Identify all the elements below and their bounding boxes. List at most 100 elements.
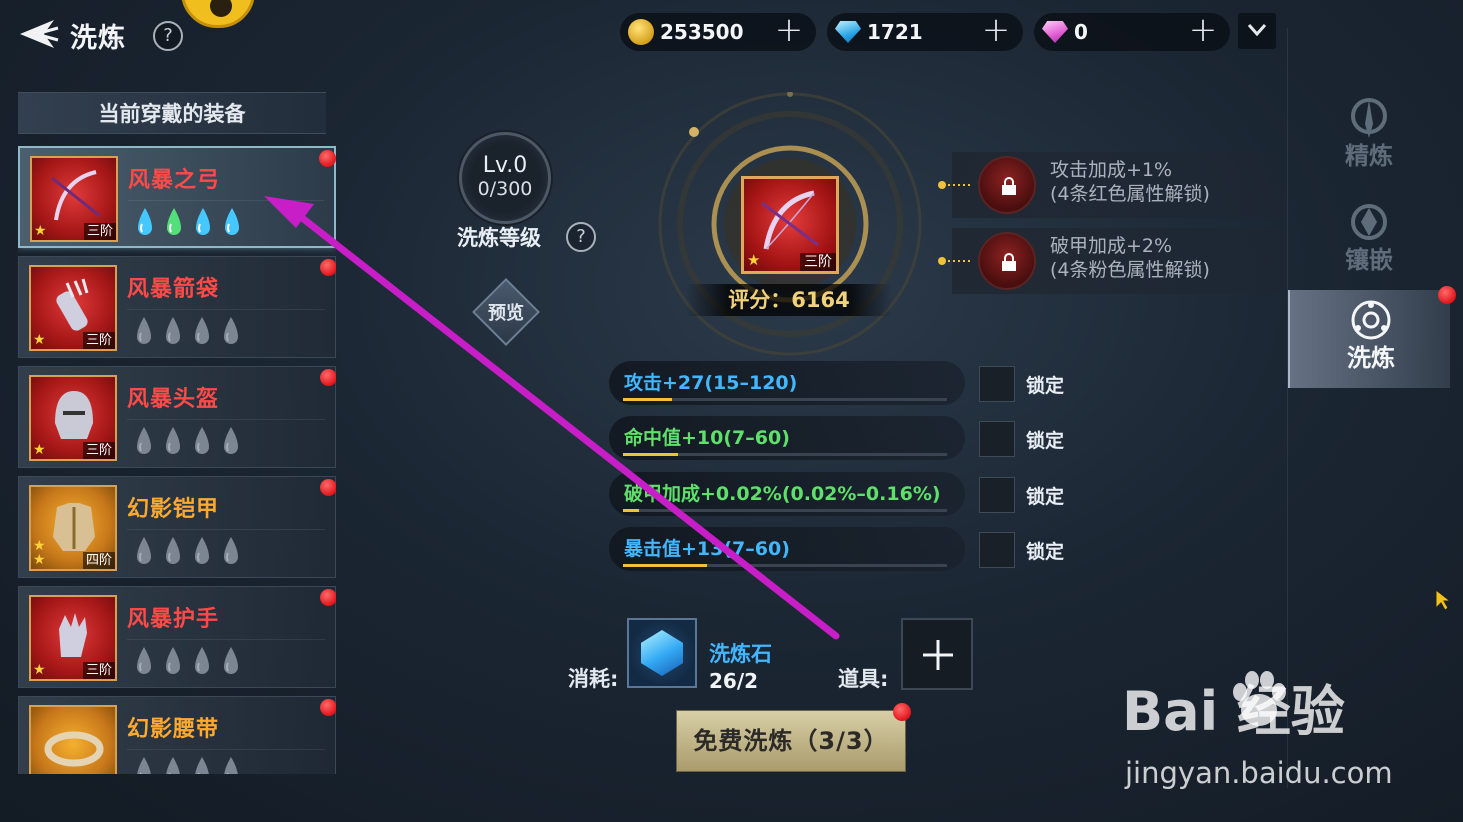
equipment-item[interactable]: ★ ★ 四阶 幻影铠甲 — [18, 476, 336, 578]
star-icon: ★ — [33, 332, 46, 348]
pink-gem-icon — [1042, 21, 1068, 43]
lock-icon — [1002, 253, 1016, 271]
equipment-thumbnail: ★ ★ 四阶 — [29, 485, 117, 571]
equipment-name: 风暴护手 — [127, 607, 220, 632]
free-wash-button[interactable]: 免费洗炼（3/3） — [676, 710, 906, 772]
add-prop-button[interactable] — [901, 618, 973, 690]
equipment-tier: 四阶 — [82, 552, 115, 569]
help-button[interactable]: ? — [153, 21, 183, 51]
diamond-amount: 1721 — [867, 20, 923, 44]
wash-stone-name: 洗炼石 — [709, 642, 772, 666]
wash-stone-icon[interactable] — [627, 618, 697, 688]
diamond-currency: 1721 + — [827, 13, 1023, 51]
add-diamond-button[interactable]: + — [979, 13, 1013, 48]
equipment-list[interactable]: ★三阶风暴之弓★三阶风暴箭袋★三阶风暴头盔★★四阶幻影铠甲★三阶风暴护手★幻影腰… — [18, 146, 336, 774]
notification-dot — [320, 699, 336, 716]
lock-checkbox[interactable] — [979, 366, 1015, 402]
glove-icon — [59, 613, 87, 657]
lock-checkbox[interactable] — [979, 421, 1015, 457]
belt-icon — [44, 731, 104, 767]
tab-inlay[interactable]: 镶嵌 — [1288, 192, 1450, 290]
notification-dot — [320, 369, 336, 386]
pink-gem-currency: 0 + — [1034, 13, 1230, 51]
lock-checkbox[interactable] — [979, 477, 1015, 513]
mouse-cursor-icon — [1435, 588, 1452, 611]
bonus-row: 破甲加成+2% (4条粉色属性解锁) — [938, 228, 1284, 294]
wash-level-badge: Lv.0 0/300 — [459, 132, 551, 224]
stat-progress-fill — [623, 398, 672, 401]
pink-gem-amount: 0 — [1074, 20, 1088, 44]
attribute-drop-icon — [224, 537, 238, 564]
lock-checkbox[interactable] — [979, 532, 1015, 568]
attribute-drop-icon — [137, 647, 151, 674]
notification-dot — [320, 259, 336, 276]
attribute-drop-icon — [225, 208, 239, 235]
star-icon: ★ — [33, 442, 46, 458]
star-icon: ★ — [33, 662, 46, 678]
attribute-drop-icon — [224, 317, 238, 344]
notice-badge-icon[interactable] — [181, 0, 255, 28]
equipment-item[interactable]: ★ 三阶 风暴护手 — [18, 586, 336, 688]
gold-amount: 253500 — [660, 20, 744, 44]
stat-text: 破甲加成+0.02%(0.02%–0.16%) — [624, 483, 941, 505]
attribute-drop-icon — [166, 537, 180, 564]
preview-label: 预览 — [488, 303, 524, 324]
preview-button[interactable]: 预览 — [471, 277, 541, 347]
bonus-condition: (4条红色属性解锁) — [1050, 183, 1210, 205]
bow-icon — [51, 170, 101, 221]
equipment-item[interactable]: ★ 三阶 风暴头盔 — [18, 366, 336, 468]
top-bar: 洗炼 ? 253500 + 1721 + 0 + — [0, 0, 1463, 60]
attribute-drop-icon — [195, 317, 209, 344]
wash-level-help-button[interactable]: ? — [566, 222, 596, 252]
notification-dot — [320, 589, 336, 606]
bonus-title: 破甲加成+2% — [1050, 235, 1173, 257]
star-icon: ★ — [747, 251, 761, 269]
plus-icon — [923, 640, 953, 670]
stat-row: 破甲加成+0.02%(0.02%–0.16%) — [609, 472, 965, 516]
selected-item-tier: 三阶 — [800, 253, 836, 271]
stat-row: 命中值+10(7–60) — [609, 416, 965, 460]
stat-progress-bar — [623, 453, 947, 456]
tab-inlay-label: 镶嵌 — [1345, 246, 1393, 274]
equipment-item[interactable]: ★ 幻影腰带 — [18, 696, 336, 774]
back-arrow-icon[interactable] — [14, 14, 62, 54]
attribute-drop-icon — [166, 317, 180, 344]
equipment-item[interactable]: ★ 三阶 风暴之弓 — [18, 146, 336, 248]
notification-dot — [320, 479, 336, 496]
tab-refine[interactable]: 精炼 — [1288, 88, 1450, 186]
equipment-item[interactable]: ★ 三阶 风暴箭袋 — [18, 256, 336, 358]
equipment-tier: 三阶 — [83, 223, 116, 240]
attribute-drop-icon — [224, 427, 238, 454]
add-gold-button[interactable]: + — [772, 13, 806, 48]
bonus-row: 攻击加成+1% (4条红色属性解锁) — [938, 152, 1284, 218]
tab-wash[interactable]: 洗炼 — [1288, 290, 1450, 388]
notification-dot — [893, 703, 911, 721]
equipment-name: 幻影腰带 — [127, 717, 220, 742]
attribute-drop-icon — [137, 427, 151, 454]
lock-icon — [1002, 177, 1016, 195]
chevron-down-icon[interactable] — [1238, 13, 1276, 49]
attribute-drop-icon — [166, 757, 180, 774]
baidu-paw-icon — [1233, 671, 1286, 726]
add-pink-gem-button[interactable]: + — [1186, 13, 1220, 48]
wash-level-label: 洗炼等级 — [457, 226, 541, 250]
lock-label: 锁定 — [1026, 375, 1065, 397]
attribute-drop-icon — [137, 537, 151, 564]
stat-progress-fill — [623, 564, 708, 567]
equipment-thumbnail: ★ 三阶 — [29, 265, 117, 351]
equipment-thumbnail: ★ 三阶 — [29, 375, 117, 461]
stat-progress-fill — [623, 453, 679, 456]
consume-label: 消耗: — [568, 667, 619, 691]
attribute-drop-icon — [137, 757, 151, 774]
equipment-thumbnail: ★ 三阶 — [30, 156, 118, 242]
gold-coin-icon — [628, 19, 654, 45]
equipment-thumbnail: ★ 三阶 — [29, 595, 117, 681]
wash-stone-count: 26/2 — [709, 669, 759, 693]
attribute-slots — [133, 315, 242, 349]
quiver-icon — [56, 278, 89, 331]
star-icon: ★ — [33, 538, 46, 554]
wash-level-value: Lv.0 — [482, 153, 528, 178]
stat-text: 暴击值+13(7–60) — [624, 538, 790, 560]
equipment-tier: 三阶 — [82, 662, 115, 679]
stat-row: 暴击值+13(7–60) — [609, 527, 965, 571]
